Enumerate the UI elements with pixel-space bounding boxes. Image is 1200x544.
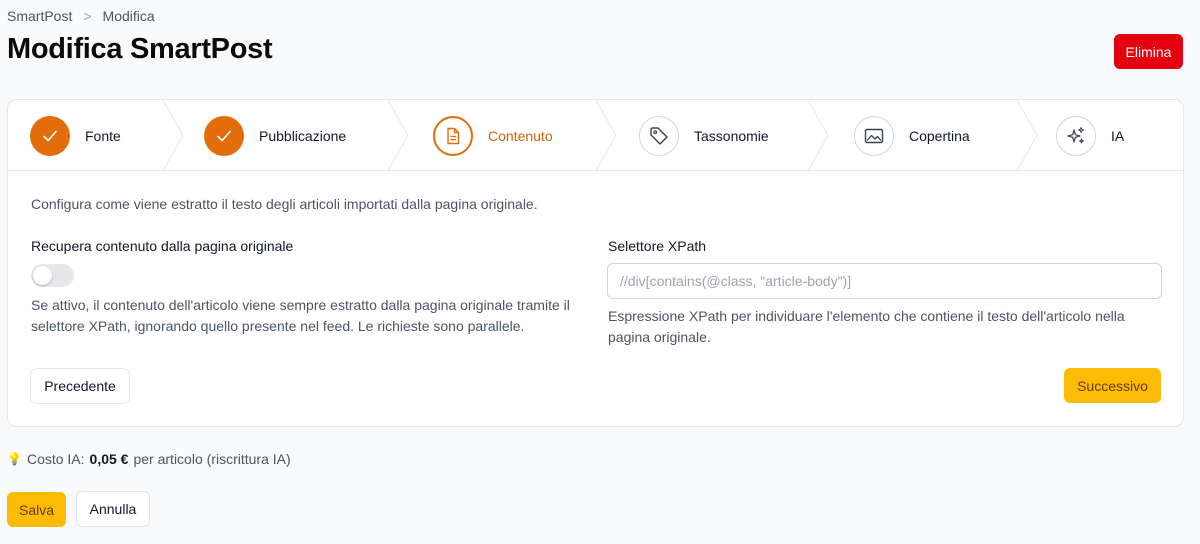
next-button[interactable]: Successivo: [1064, 368, 1161, 403]
step-pubblicazione[interactable]: Pubblicazione: [204, 100, 346, 171]
section-description: Configura come viene estratto il testo d…: [31, 196, 538, 212]
stepper: Fonte Pubblicazione Contenuto Tassonomie…: [8, 100, 1183, 171]
step-label: Pubblicazione: [259, 127, 347, 144]
fetch-original-help: Se attivo, il contenuto dell'articolo vi…: [31, 297, 570, 334]
breadcrumb-item-current: Modifica: [102, 8, 155, 24]
lightbulb-icon: 💡: [7, 452, 22, 466]
breadcrumb-item-smartpost[interactable]: SmartPost: [7, 8, 72, 24]
check-icon: [30, 115, 70, 156]
check-icon: [204, 115, 244, 156]
sparkles-icon: [1056, 115, 1096, 156]
xpath-input[interactable]: [607, 263, 1162, 299]
delete-button[interactable]: Elimina: [1114, 34, 1183, 69]
fetch-original-toggle[interactable]: [31, 264, 74, 287]
previous-button[interactable]: Precedente: [30, 368, 130, 404]
step-ia[interactable]: IA: [1056, 100, 1124, 171]
step-label: Copertina: [909, 127, 970, 144]
cost-suffix: per articolo (riscrittura IA): [133, 451, 291, 467]
tag-icon: [639, 115, 679, 156]
xpath-help: Espressione XPath per individuare l'elem…: [608, 308, 1125, 345]
step-label: Fonte: [85, 127, 121, 144]
save-button[interactable]: Salva: [7, 492, 66, 527]
breadcrumb-separator: >: [83, 8, 92, 24]
fetch-original-label: Recupera contenuto dalla pagina original…: [31, 238, 294, 254]
image-icon: [854, 115, 894, 156]
step-dividers: [162, 100, 1038, 171]
step-label: IA: [1111, 127, 1125, 144]
step-fonte[interactable]: Fonte: [30, 100, 121, 171]
step-tassonomie[interactable]: Tassonomie: [639, 100, 769, 171]
breadcrumb: SmartPost > Modifica: [7, 8, 155, 24]
toggle-knob: [33, 266, 52, 285]
step-copertina[interactable]: Copertina: [854, 100, 970, 171]
document-icon: [433, 115, 473, 156]
step-label: Tassonomie: [694, 127, 769, 144]
xpath-label: Selettore XPath: [608, 238, 707, 254]
page-title: Modifica SmartPost: [7, 33, 273, 65]
ai-cost-info: 💡 Costo IA: 0,05 € per articolo (riscrit…: [7, 451, 291, 467]
step-label: Contenuto: [488, 127, 553, 144]
wizard-card: Fonte Pubblicazione Contenuto Tassonomie…: [7, 99, 1184, 427]
cancel-button[interactable]: Annulla: [76, 491, 150, 527]
step-contenuto[interactable]: Contenuto: [433, 100, 553, 171]
cost-amount: 0,05 €: [89, 451, 129, 467]
cost-prefix: Costo IA:: [26, 451, 85, 467]
